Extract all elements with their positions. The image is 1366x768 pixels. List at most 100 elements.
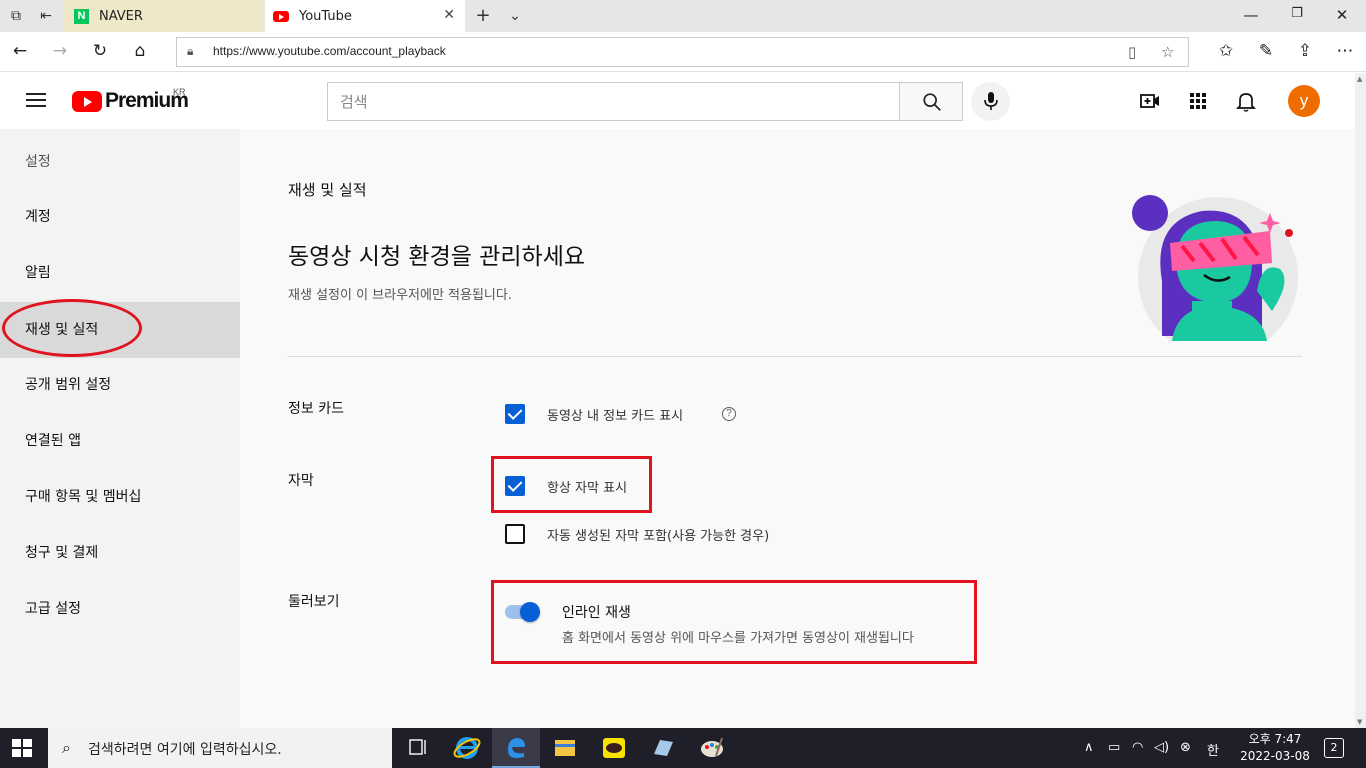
maximize-button[interactable]: ❐ [1282, 6, 1312, 21]
network-error-icon[interactable]: ⊗ [1180, 740, 1191, 755]
browser-tab-bar: ⧉ ⇤ N NAVER YouTube ✕ + ⌄ — ❐ ✕ [0, 0, 1366, 32]
ime-indicator[interactable]: 한 [1207, 740, 1219, 759]
battery-icon[interactable]: ▭ [1108, 740, 1120, 755]
notes-app-icon[interactable] [639, 728, 687, 768]
info-cards-checkbox[interactable] [505, 404, 525, 424]
browse-label: 둘러보기 [288, 594, 340, 610]
taskbar-search[interactable]: ⌕ 검색하려면 여기에 입력하십시오. [48, 728, 392, 768]
back-icon[interactable]: ← [8, 41, 32, 63]
auto-generated-captions-checkbox[interactable] [505, 524, 525, 544]
sidebar-item-billing[interactable]: 청구 및 결제 [0, 525, 240, 581]
captions-label: 자막 [288, 473, 314, 489]
favorites-icon[interactable]: ✩ [1214, 41, 1238, 63]
ie-glyph-icon [453, 737, 481, 759]
file-explorer-icon[interactable] [541, 728, 589, 768]
page-subtitle: 재생 설정이 이 브라우저에만 적용됩니다. [288, 288, 512, 303]
youtube-favicon-icon [273, 10, 289, 22]
minimize-button[interactable]: — [1236, 6, 1266, 24]
show-hidden-icons-icon[interactable]: ∧ [1084, 740, 1094, 755]
volume-icon[interactable]: ◁) [1154, 740, 1169, 755]
search-input[interactable] [327, 82, 900, 121]
menu-icon[interactable] [26, 93, 46, 107]
new-tab-icon[interactable]: + [473, 6, 493, 26]
sidebar-item-account[interactable]: 계정 [0, 189, 240, 245]
voice-search-button[interactable] [971, 82, 1010, 121]
create-video-icon[interactable] [1138, 89, 1162, 113]
clock-time: 오후 7:47 [1248, 732, 1302, 746]
wifi-icon[interactable]: ◠ [1132, 740, 1143, 755]
edge-browser-icon[interactable] [492, 728, 540, 768]
notes-glyph-icon [654, 740, 673, 756]
apps-grid-icon[interactable] [1186, 89, 1210, 113]
sidebar-item-connected-apps[interactable]: 연결된 앱 [0, 413, 240, 469]
page-title: 동영상 시청 환경을 관리하세요 [288, 244, 586, 270]
sidebar-item-advanced[interactable]: 고급 설정 [0, 581, 240, 637]
scroll-down-icon[interactable]: ▼ [1357, 718, 1362, 726]
task-view-icon[interactable] [394, 728, 442, 768]
folder-icon [555, 740, 575, 756]
notifications-bell-icon[interactable] [1234, 89, 1258, 113]
settings-sidebar: 설정 계정 알림 재생 및 실적 공개 범위 설정 연결된 앱 구매 항목 및 … [0, 129, 240, 728]
url-text: https://www.youtube.com/account_playback [213, 44, 446, 58]
youtube-header: Premium KR y [0, 73, 1355, 129]
edge-glyph-icon [508, 738, 525, 759]
tab-actions-icon[interactable]: ⧉ [6, 6, 26, 26]
vertical-scrollbar[interactable]: ▲ ▼ [1355, 73, 1366, 728]
search-button[interactable] [899, 82, 963, 121]
system-clock[interactable]: 오후 7:47 2022-03-08 [1230, 731, 1320, 765]
search-icon [923, 93, 941, 111]
playback-illustration [1132, 195, 1298, 341]
windows-taskbar: ⌕ 검색하려면 여기에 입력하십시오. ∧ ▭ ◠ ◁) ⊗ 한 오후 7:47… [0, 728, 1366, 768]
browser-toolbar: ← → ↻ ⌂ 🔒︎ https://www.youtube.com/accou… [0, 32, 1366, 72]
section-title: 재생 및 실적 [288, 181, 367, 199]
youtube-play-icon [72, 90, 102, 112]
palette-icon [701, 737, 723, 757]
share-icon[interactable]: ⇪ [1293, 41, 1317, 63]
sidebar-title: 설정 [25, 154, 51, 170]
divider [287, 356, 1302, 357]
search-icon: ⌕ [62, 738, 71, 757]
tab-youtube[interactable]: YouTube ✕ [265, 0, 465, 32]
internet-explorer-icon[interactable] [443, 728, 491, 768]
youtube-premium-logo[interactable]: Premium [72, 89, 189, 113]
kakaotalk-icon[interactable] [590, 728, 638, 768]
scroll-up-icon[interactable]: ▲ [1357, 75, 1362, 83]
task-view-glyph-icon [409, 739, 426, 755]
avatar[interactable]: y [1288, 85, 1320, 117]
kakaotalk-glyph-icon [603, 738, 625, 758]
reading-view-icon[interactable]: ▯ [1128, 43, 1136, 61]
lock-icon: 🔒︎ [187, 44, 194, 58]
notification-center-icon[interactable]: 2 [1324, 738, 1344, 758]
info-cards-label: 정보 카드 [288, 401, 344, 417]
sidebar-item-purchases[interactable]: 구매 항목 및 멤버십 [0, 469, 240, 525]
naver-favicon-icon: N [74, 8, 89, 24]
windows-start-icon[interactable] [12, 739, 32, 757]
address-bar[interactable]: 🔒︎ https://www.youtube.com/account_playb… [176, 37, 1189, 67]
close-tab-icon[interactable]: ✕ [443, 7, 455, 23]
close-window-button[interactable]: ✕ [1327, 6, 1357, 24]
notification-count: 2 [1330, 741, 1338, 754]
set-aside-tabs-icon[interactable]: ⇤ [36, 6, 56, 26]
paint-app-icon[interactable] [688, 728, 736, 768]
favorite-star-icon[interactable]: ☆ [1161, 43, 1174, 61]
clock-date: 2022-03-08 [1240, 749, 1310, 763]
tab-label: YouTube [299, 8, 352, 24]
tab-label: NAVER [99, 8, 143, 24]
refresh-icon[interactable]: ↻ [88, 41, 112, 63]
taskbar-search-text: 검색하려면 여기에 입력하십시오. [88, 742, 282, 758]
sidebar-item-notifications[interactable]: 알림 [0, 245, 240, 301]
info-cards-option-label: 동영상 내 정보 카드 표시 [547, 409, 684, 424]
tab-list-chevron-icon[interactable]: ⌄ [505, 6, 525, 26]
annotation-box-inline-playback [491, 580, 977, 664]
microphone-icon [984, 92, 998, 110]
region-code: KR [173, 87, 186, 97]
help-icon[interactable]: ? [722, 407, 736, 421]
home-icon[interactable]: ⌂ [128, 41, 152, 63]
pen-icon[interactable]: ✎ [1254, 41, 1278, 63]
sidebar-item-privacy[interactable]: 공개 범위 설정 [0, 357, 240, 413]
tab-naver[interactable]: N NAVER [64, 0, 264, 32]
annotation-ellipse [2, 299, 142, 357]
annotation-box-captions [491, 456, 652, 513]
forward-icon[interactable]: → [48, 41, 72, 63]
more-icon[interactable]: ⋯ [1333, 41, 1357, 63]
